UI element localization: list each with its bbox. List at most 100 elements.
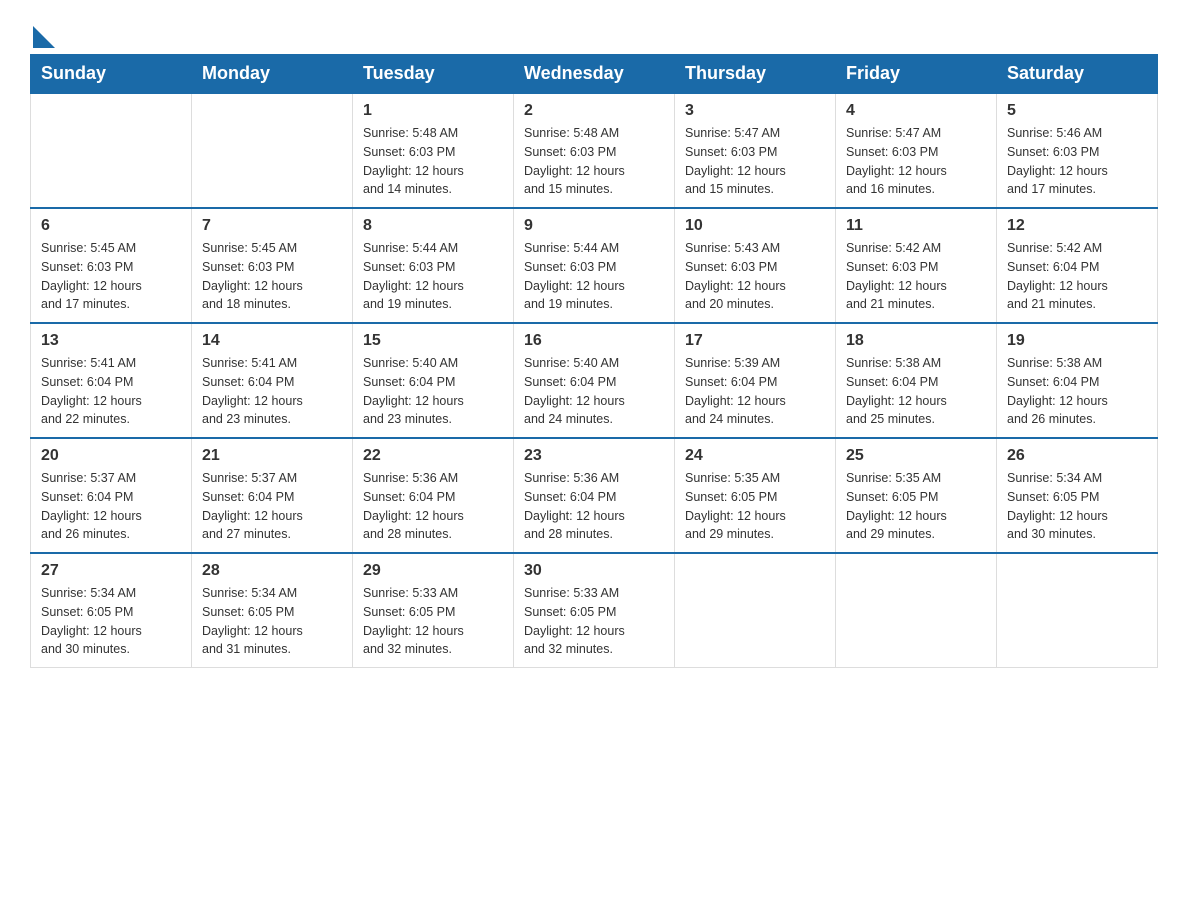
weekday-header-tuesday: Tuesday: [353, 55, 514, 94]
calendar-cell: 29 Sunrise: 5:33 AM Sunset: 6:05 PM Dayli…: [353, 553, 514, 668]
weekday-header-thursday: Thursday: [675, 55, 836, 94]
day-info: Sunrise: 5:33 AM Sunset: 6:05 PM Dayligh…: [524, 584, 664, 659]
page-header: [30, 20, 1158, 44]
weekday-header-sunday: Sunday: [31, 55, 192, 94]
day-number: 17: [685, 332, 825, 350]
day-info: Sunrise: 5:48 AM Sunset: 6:03 PM Dayligh…: [363, 124, 503, 199]
day-number: 27: [41, 562, 181, 580]
day-number: 11: [846, 217, 986, 235]
calendar-cell: 3 Sunrise: 5:47 AM Sunset: 6:03 PM Daylig…: [675, 93, 836, 208]
day-info: Sunrise: 5:44 AM Sunset: 6:03 PM Dayligh…: [363, 239, 503, 314]
day-number: 6: [41, 217, 181, 235]
weekday-header-monday: Monday: [192, 55, 353, 94]
calendar-cell: 30 Sunrise: 5:33 AM Sunset: 6:05 PM Dayli…: [514, 553, 675, 668]
day-info: Sunrise: 5:44 AM Sunset: 6:03 PM Dayligh…: [524, 239, 664, 314]
calendar-cell: 16 Sunrise: 5:40 AM Sunset: 6:04 PM Dayli…: [514, 323, 675, 438]
day-info: Sunrise: 5:37 AM Sunset: 6:04 PM Dayligh…: [41, 469, 181, 544]
calendar-cell: 13 Sunrise: 5:41 AM Sunset: 6:04 PM Dayli…: [31, 323, 192, 438]
day-number: 13: [41, 332, 181, 350]
weekday-header-saturday: Saturday: [997, 55, 1158, 94]
day-info: Sunrise: 5:36 AM Sunset: 6:04 PM Dayligh…: [363, 469, 503, 544]
day-info: Sunrise: 5:37 AM Sunset: 6:04 PM Dayligh…: [202, 469, 342, 544]
calendar-cell: 22 Sunrise: 5:36 AM Sunset: 6:04 PM Dayli…: [353, 438, 514, 553]
logo: [30, 20, 55, 44]
day-info: Sunrise: 5:35 AM Sunset: 6:05 PM Dayligh…: [685, 469, 825, 544]
day-number: 22: [363, 447, 503, 465]
calendar-cell: [836, 553, 997, 668]
day-info: Sunrise: 5:39 AM Sunset: 6:04 PM Dayligh…: [685, 354, 825, 429]
day-number: 26: [1007, 447, 1147, 465]
day-number: 29: [363, 562, 503, 580]
day-number: 25: [846, 447, 986, 465]
day-info: Sunrise: 5:33 AM Sunset: 6:05 PM Dayligh…: [363, 584, 503, 659]
day-info: Sunrise: 5:36 AM Sunset: 6:04 PM Dayligh…: [524, 469, 664, 544]
calendar-cell: 8 Sunrise: 5:44 AM Sunset: 6:03 PM Daylig…: [353, 208, 514, 323]
day-number: 15: [363, 332, 503, 350]
weekday-header-wednesday: Wednesday: [514, 55, 675, 94]
calendar-cell: 9 Sunrise: 5:44 AM Sunset: 6:03 PM Daylig…: [514, 208, 675, 323]
calendar-week-row: 20 Sunrise: 5:37 AM Sunset: 6:04 PM Dayli…: [31, 438, 1158, 553]
logo-triangle-icon: [33, 26, 55, 48]
day-number: 4: [846, 102, 986, 120]
calendar-table: SundayMondayTuesdayWednesdayThursdayFrid…: [30, 54, 1158, 668]
day-info: Sunrise: 5:46 AM Sunset: 6:03 PM Dayligh…: [1007, 124, 1147, 199]
calendar-cell: 2 Sunrise: 5:48 AM Sunset: 6:03 PM Daylig…: [514, 93, 675, 208]
calendar-cell: 6Sunrise: 5:45 AM Sunset: 6:03 PM Daylig…: [31, 208, 192, 323]
calendar-week-row: 13 Sunrise: 5:41 AM Sunset: 6:04 PM Dayli…: [31, 323, 1158, 438]
day-number: 3: [685, 102, 825, 120]
day-number: 24: [685, 447, 825, 465]
day-info: Sunrise: 5:45 AM Sunset: 6:03 PM Dayligh…: [202, 239, 342, 314]
day-number: 16: [524, 332, 664, 350]
day-number: 2: [524, 102, 664, 120]
calendar-cell: [31, 93, 192, 208]
day-info: Sunrise: 5:40 AM Sunset: 6:04 PM Dayligh…: [524, 354, 664, 429]
calendar-cell: 1 Sunrise: 5:48 AM Sunset: 6:03 PM Daylig…: [353, 93, 514, 208]
calendar-cell: 17 Sunrise: 5:39 AM Sunset: 6:04 PM Dayli…: [675, 323, 836, 438]
calendar-cell: 20 Sunrise: 5:37 AM Sunset: 6:04 PM Dayli…: [31, 438, 192, 553]
calendar-cell: 23 Sunrise: 5:36 AM Sunset: 6:04 PM Dayli…: [514, 438, 675, 553]
weekday-header-friday: Friday: [836, 55, 997, 94]
day-number: 18: [846, 332, 986, 350]
calendar-cell: 5 Sunrise: 5:46 AM Sunset: 6:03 PM Daylig…: [997, 93, 1158, 208]
weekday-header-row: SundayMondayTuesdayWednesdayThursdayFrid…: [31, 55, 1158, 94]
calendar-cell: 19 Sunrise: 5:38 AM Sunset: 6:04 PM Dayli…: [997, 323, 1158, 438]
day-info: Sunrise: 5:38 AM Sunset: 6:04 PM Dayligh…: [1007, 354, 1147, 429]
day-number: 7: [202, 217, 342, 235]
calendar-cell: 26 Sunrise: 5:34 AM Sunset: 6:05 PM Dayli…: [997, 438, 1158, 553]
day-number: 5: [1007, 102, 1147, 120]
day-info: Sunrise: 5:34 AM Sunset: 6:05 PM Dayligh…: [1007, 469, 1147, 544]
day-number: 23: [524, 447, 664, 465]
calendar-cell: 27Sunrise: 5:34 AM Sunset: 6:05 PM Dayli…: [31, 553, 192, 668]
calendar-cell: 25 Sunrise: 5:35 AM Sunset: 6:05 PM Dayli…: [836, 438, 997, 553]
day-number: 30: [524, 562, 664, 580]
day-number: 19: [1007, 332, 1147, 350]
calendar-cell: 7 Sunrise: 5:45 AM Sunset: 6:03 PM Daylig…: [192, 208, 353, 323]
day-number: 8: [363, 217, 503, 235]
day-info: Sunrise: 5:35 AM Sunset: 6:05 PM Dayligh…: [846, 469, 986, 544]
day-number: 9: [524, 217, 664, 235]
day-info: Sunrise: 5:42 AM Sunset: 6:04 PM Dayligh…: [1007, 239, 1147, 314]
calendar-cell: 21Sunrise: 5:37 AM Sunset: 6:04 PM Dayli…: [192, 438, 353, 553]
day-info: Sunrise: 5:42 AM Sunset: 6:03 PM Dayligh…: [846, 239, 986, 314]
day-info: Sunrise: 5:43 AM Sunset: 6:03 PM Dayligh…: [685, 239, 825, 314]
calendar-cell: 12 Sunrise: 5:42 AM Sunset: 6:04 PM Dayli…: [997, 208, 1158, 323]
calendar-cell: 4Sunrise: 5:47 AM Sunset: 6:03 PM Daylig…: [836, 93, 997, 208]
calendar-cell: 15 Sunrise: 5:40 AM Sunset: 6:04 PM Dayli…: [353, 323, 514, 438]
day-number: 28: [202, 562, 342, 580]
calendar-cell: 11 Sunrise: 5:42 AM Sunset: 6:03 PM Dayli…: [836, 208, 997, 323]
day-number: 20: [41, 447, 181, 465]
calendar-cell: 24 Sunrise: 5:35 AM Sunset: 6:05 PM Dayli…: [675, 438, 836, 553]
day-number: 1: [363, 102, 503, 120]
day-number: 10: [685, 217, 825, 235]
calendar-cell: 14Sunrise: 5:41 AM Sunset: 6:04 PM Dayli…: [192, 323, 353, 438]
calendar-cell: [997, 553, 1158, 668]
day-number: 12: [1007, 217, 1147, 235]
day-info: Sunrise: 5:48 AM Sunset: 6:03 PM Dayligh…: [524, 124, 664, 199]
day-info: Sunrise: 5:41 AM Sunset: 6:04 PM Dayligh…: [41, 354, 181, 429]
calendar-week-row: 6 Sunrise: 5:45 AM Sunset: 6:03 PM Daylig…: [31, 208, 1158, 323]
calendar-cell: 18Sunrise: 5:38 AM Sunset: 6:04 PM Dayli…: [836, 323, 997, 438]
calendar-week-row: 1 Sunrise: 5:48 AM Sunset: 6:03 PM Daylig…: [31, 93, 1158, 208]
calendar-cell: [192, 93, 353, 208]
day-info: Sunrise: 5:40 AM Sunset: 6:04 PM Dayligh…: [363, 354, 503, 429]
day-info: Sunrise: 5:47 AM Sunset: 6:03 PM Dayligh…: [685, 124, 825, 199]
